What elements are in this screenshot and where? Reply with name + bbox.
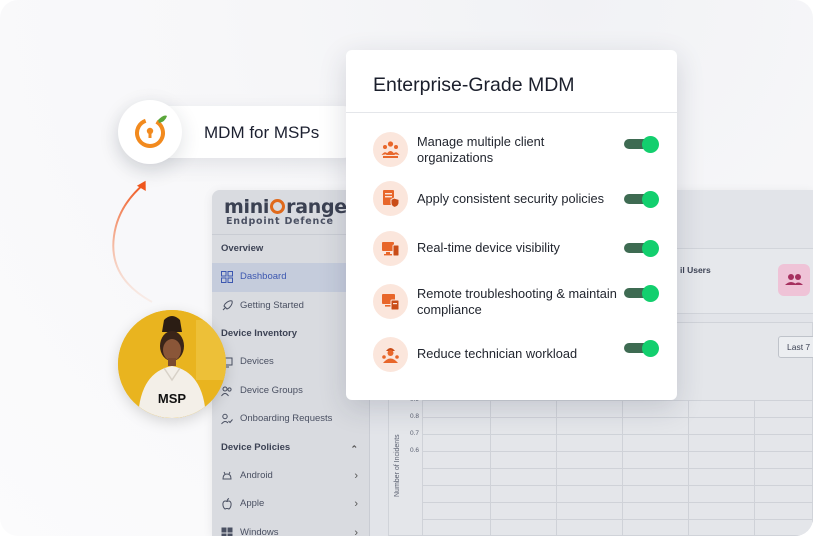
sidebar-item-windows[interactable]: Windows ›: [212, 519, 370, 536]
remote-tools-icon: [373, 284, 408, 319]
features-card: Enterprise-Grade MDM Manage multiple cli…: [346, 50, 677, 400]
chevron-right-icon: ›: [354, 498, 358, 510]
brand-tagline: Endpoint Defence: [226, 216, 334, 227]
msp-label: MSP: [157, 391, 187, 406]
feature-label: Reduce technician workload: [417, 346, 578, 361]
feature-toggle[interactable]: [624, 284, 659, 302]
chevron-right-icon: ›: [354, 469, 358, 482]
feature-label: Remote troubleshooting & maintain compli…: [417, 286, 617, 317]
sidebar-item-label: Onboarding Requests: [240, 413, 333, 424]
devices-icon: [373, 231, 408, 266]
feature-toggle[interactable]: [624, 135, 659, 153]
sidebar-item-label: Getting Started: [240, 299, 304, 311]
user-check-icon: [221, 413, 233, 425]
sidebar-item-label: Device Groups: [240, 384, 303, 396]
feature-label: Apply consistent security policies: [417, 191, 605, 206]
sidebar-item-label: Apple: [240, 498, 265, 509]
toggle-knob: [642, 239, 659, 257]
toggle-knob: [642, 135, 659, 153]
document-shield-icon: [373, 181, 408, 216]
y-tick-label: 0.7: [410, 430, 420, 437]
people-group-icon: [373, 132, 408, 167]
flow-arrow-icon: [112, 180, 153, 303]
sidebar-item-apple[interactable]: Apple ›: [212, 490, 370, 519]
windows-icon: [221, 527, 233, 536]
y-axis-label: Number of Incidents: [394, 434, 401, 497]
pill-label: MDM for MSPs: [204, 123, 320, 142]
card-divider: [346, 112, 677, 113]
technician-icon: [373, 337, 408, 372]
grid-icon: [221, 271, 233, 283]
sidebar-item-label: Windows: [240, 526, 279, 536]
hero-illustration: mini range Endpoint Defence Overview Dash…: [0, 0, 813, 536]
card-title: Enterprise-Grade MDM: [373, 74, 575, 96]
chevron-up-icon: ⌃: [350, 443, 358, 454]
sidebar-item-label: Android: [240, 469, 273, 481]
users-stat-label: il Users: [680, 265, 711, 275]
sidebar-item-android[interactable]: Android ›: [212, 462, 370, 491]
y-tick-label: 0.8: [410, 413, 420, 420]
apple-icon: [222, 498, 232, 510]
brand-logo: mini range Endpoint Defence: [224, 196, 347, 227]
feature-label: Real-time device visibility: [417, 240, 560, 255]
sidebar-item-label: Dashboard: [240, 271, 287, 282]
keyhole-leaf-logo-icon: [118, 100, 182, 164]
sidebar-heading-policies[interactable]: Device Policies ⌃: [212, 434, 370, 462]
feature-label: Manage multiple client organizations: [417, 134, 545, 165]
feature-toggle[interactable]: [624, 190, 659, 208]
sidebar-item-label: Devices: [240, 356, 274, 367]
chevron-right-icon: ›: [354, 526, 358, 536]
date-range-button[interactable]: Last 7: [778, 336, 813, 358]
toggle-knob: [642, 284, 659, 302]
incidents-chart-grid: [422, 400, 813, 536]
msp-avatar: MSP: [118, 310, 226, 418]
y-tick-label: 0.6: [410, 447, 420, 454]
feature-toggle[interactable]: [624, 339, 659, 357]
android-icon: [222, 471, 232, 479]
rocket-icon: [222, 299, 233, 310]
brand-o-icon: [270, 199, 286, 214]
users-stat-icon: [778, 264, 810, 296]
toggle-knob: [642, 190, 659, 208]
toggle-knob: [642, 339, 659, 357]
sidebar-item-onboarding[interactable]: Onboarding Requests: [212, 405, 370, 434]
feature-toggle[interactable]: [624, 239, 659, 257]
